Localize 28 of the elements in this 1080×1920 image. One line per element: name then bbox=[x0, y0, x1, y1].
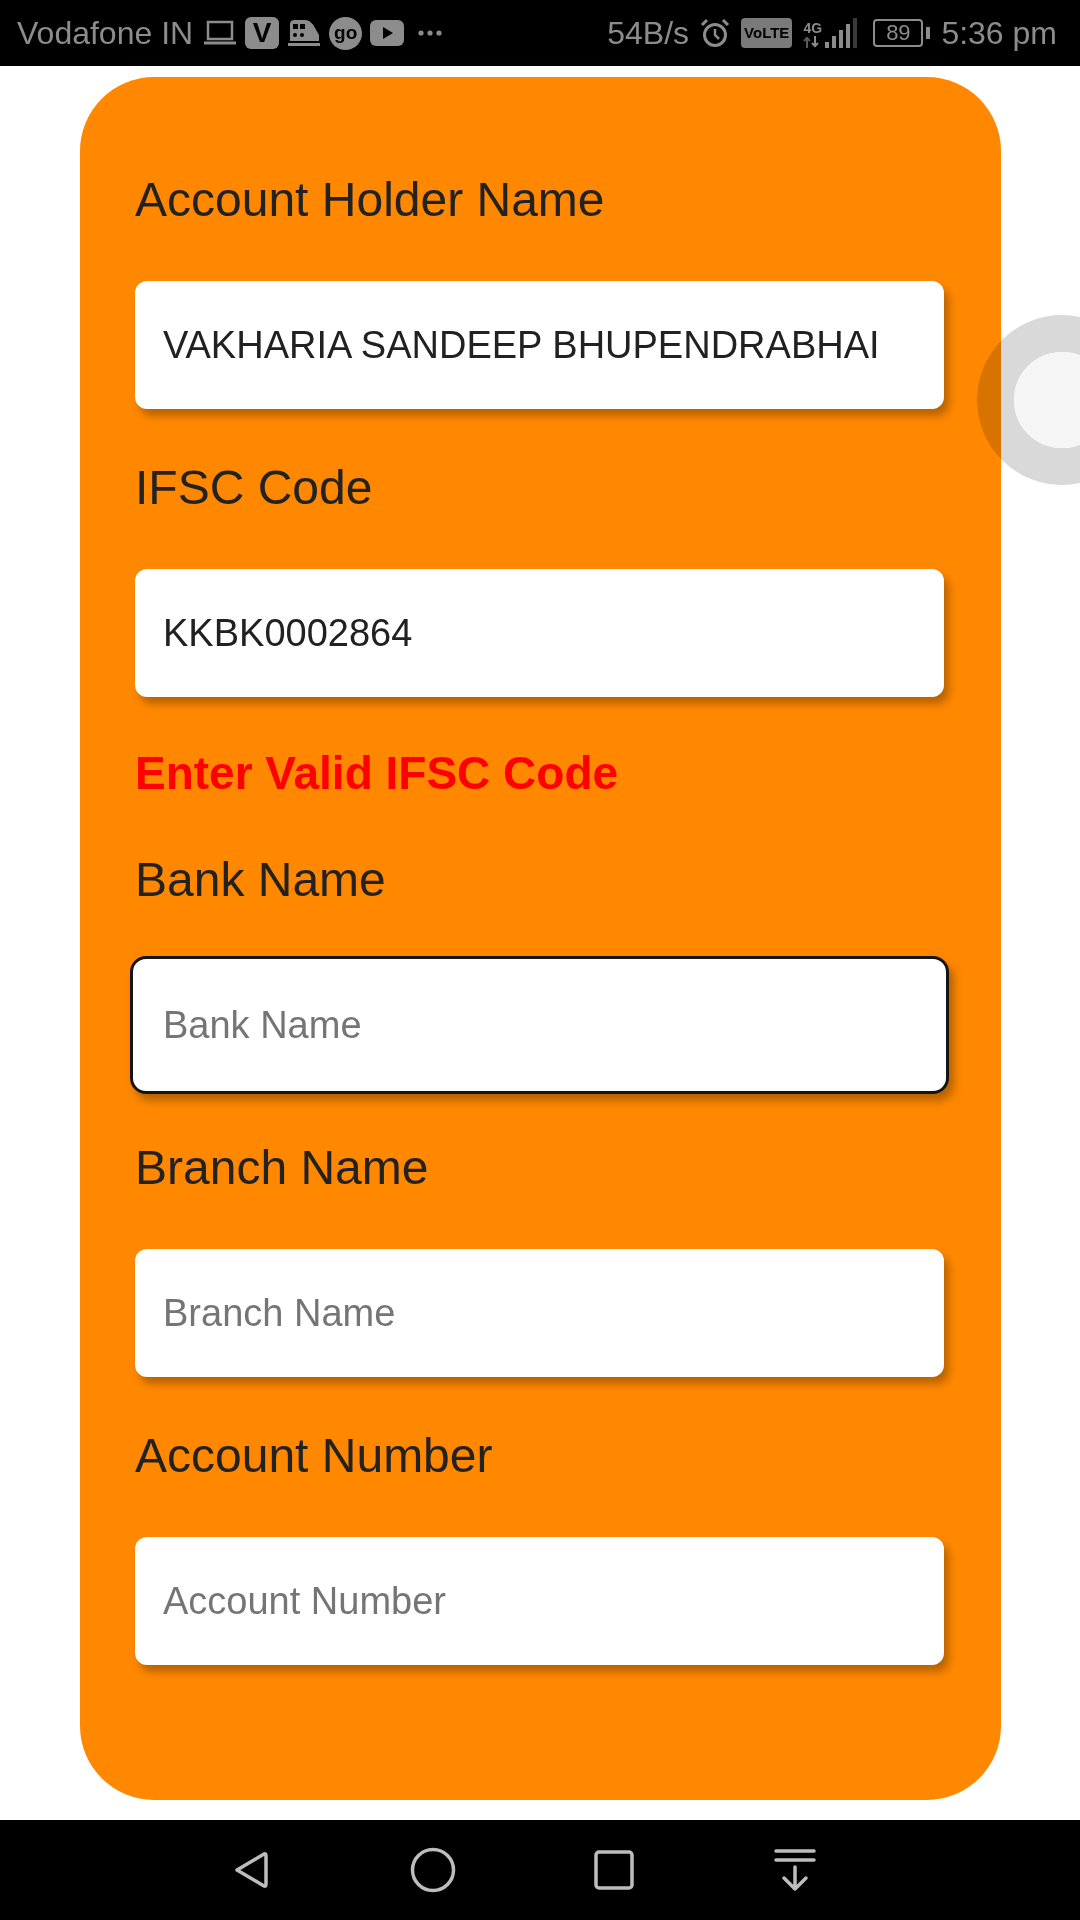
battery-indicator: 89 bbox=[873, 19, 931, 47]
field-label: IFSC Code bbox=[135, 460, 374, 516]
play-icon bbox=[370, 20, 405, 46]
carrier-name: Vodafone IN bbox=[17, 14, 194, 52]
text-field[interactable]: Bank Name bbox=[130, 956, 949, 1094]
app-disc-badge: go bbox=[329, 16, 363, 50]
more-dots-icon bbox=[418, 30, 443, 36]
field-label: Account Holder Name bbox=[135, 172, 606, 228]
clock-time: 5:36 pm bbox=[941, 14, 1057, 52]
signal-bars-icon bbox=[825, 18, 860, 48]
error-message: Enter Valid IFSC Code bbox=[135, 746, 620, 801]
text-field[interactable]: VAKHARIA SANDEEP BHUPENDRABHAI bbox=[135, 281, 944, 409]
floating-button[interactable] bbox=[977, 315, 1080, 485]
text-field[interactable]: Branch Name bbox=[135, 1249, 944, 1377]
alarm-clock-icon bbox=[700, 18, 731, 48]
field-label: Account Number bbox=[135, 1428, 494, 1484]
text-field[interactable]: KKBK0002864 bbox=[135, 569, 944, 697]
network-type: 4G bbox=[803, 20, 823, 36]
field-label: Bank Name bbox=[135, 852, 387, 908]
train-icon bbox=[287, 18, 322, 48]
volte-badge: VoLTE bbox=[741, 18, 793, 48]
text-field[interactable]: Account Number bbox=[135, 1537, 944, 1665]
laptop-icon bbox=[203, 20, 238, 46]
network-speed: 54B/s bbox=[607, 14, 690, 52]
home-icon[interactable] bbox=[409, 1846, 457, 1894]
pull-down-icon[interactable] bbox=[771, 1846, 819, 1894]
app-tile-badge: V bbox=[245, 17, 280, 49]
field-label: Branch Name bbox=[135, 1140, 430, 1196]
